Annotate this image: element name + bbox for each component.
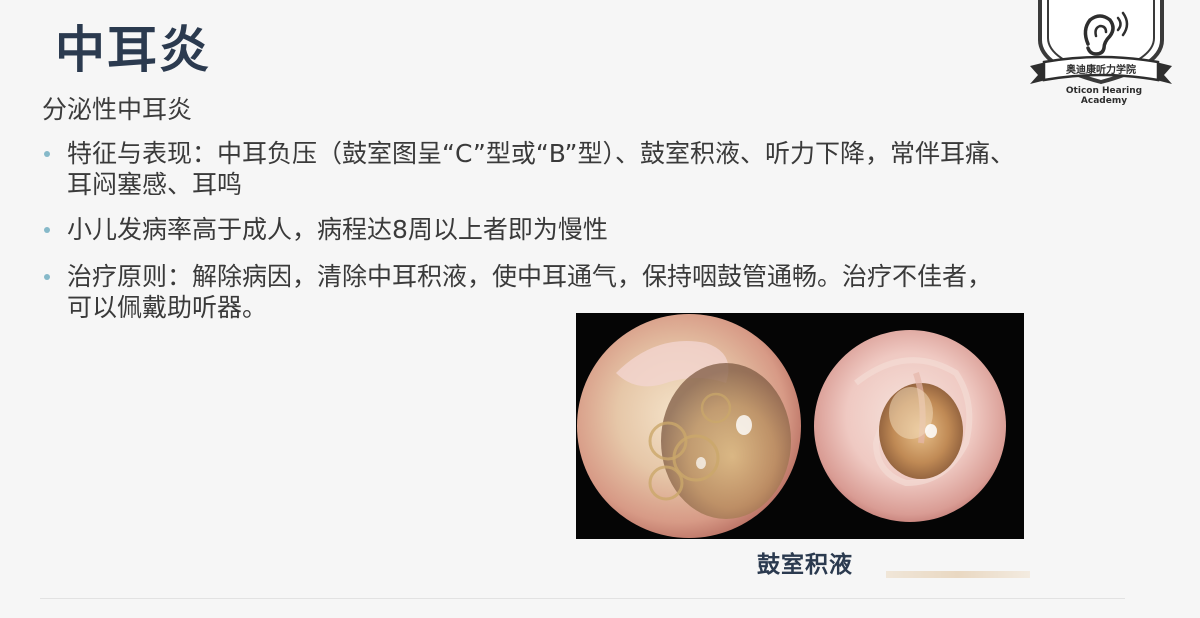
bullet-text-line: 治疗原则：解除病因，清除中耳积液，使中耳通气，保持咽鼓管通畅。治疗不佳者， [67, 262, 993, 291]
bullet-item-features: 特征与表现：中耳负压（鼓室图呈“C”型或“B”型）、鼓室积液、听力下降，常伴耳痛… [42, 138, 1015, 200]
bullet-text-line: 特征与表现：中耳负压（鼓室图呈“C”型或“B”型）、鼓室积液、听力下降，常伴耳痛… [67, 139, 1016, 168]
bullet-text-line: 耳闷塞感、耳鸣 [67, 170, 243, 199]
bullet-item-incidence: 小儿发病率高于成人，病程达8周以上者即为慢性 [42, 214, 608, 245]
bullet-dot-icon [44, 274, 50, 280]
logo-banner-text: 奥迪康听力学院 [1066, 63, 1136, 76]
bullet-dot-icon [44, 151, 50, 157]
logo-text: Oticon Hearing Academy [1045, 86, 1163, 106]
bullet-text-line: 小儿发病率高于成人，病程达8周以上者即为慢性 [67, 215, 608, 244]
footer-divider [40, 598, 1125, 599]
logo-text-line: Oticon Hearing [1065, 86, 1143, 96]
slide: 中耳炎 分泌性中耳炎 特征与表现：中耳负压（鼓室图呈“C”型或“B”型）、鼓室积… [0, 0, 1200, 618]
bullet-dot-icon [44, 227, 50, 233]
caption-bar [886, 571, 1030, 578]
slide-subtitle: 分泌性中耳炎 [42, 95, 193, 124]
tympanic-effusion-photo [576, 313, 1024, 539]
logo-text-line: Academy [1080, 96, 1128, 106]
slide-title: 中耳炎 [55, 21, 211, 79]
image-caption: 鼓室积液 [757, 552, 853, 578]
